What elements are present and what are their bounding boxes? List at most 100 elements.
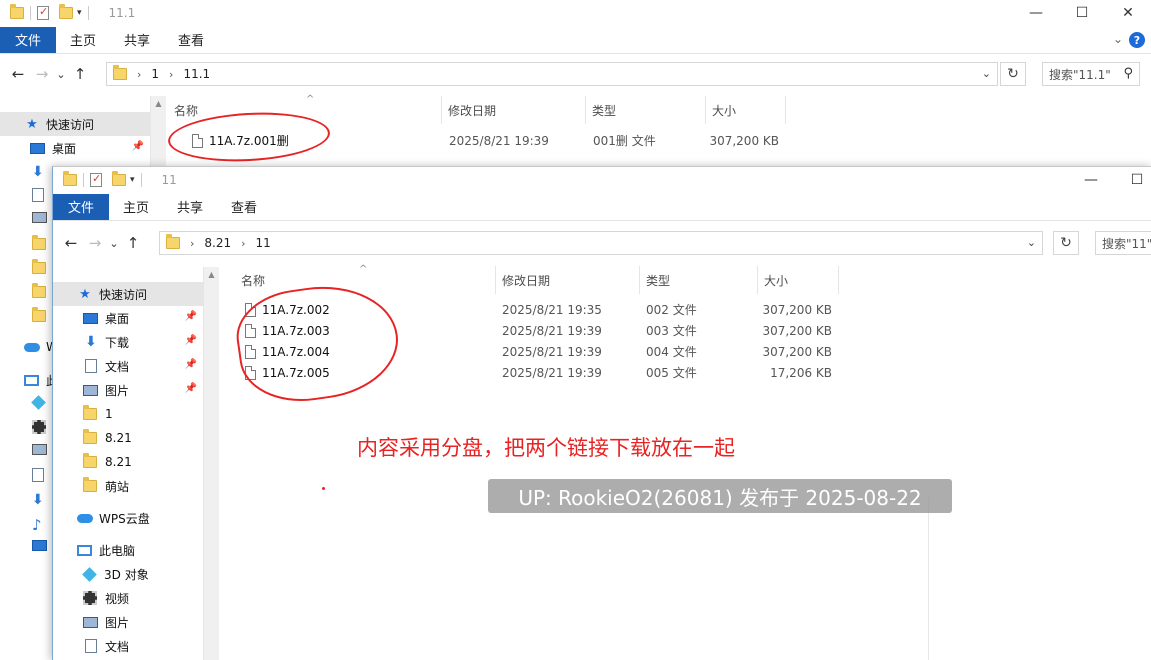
sidebar-item-wps-cloud[interactable]: WPS云盘 <box>53 506 203 530</box>
window-title: 11 <box>161 173 177 187</box>
tab-file[interactable]: 文件 <box>0 26 56 53</box>
sidebar-item-folder[interactable]: 8.21 <box>53 450 203 474</box>
up-button[interactable]: ↑ <box>68 65 92 83</box>
tab-share[interactable]: 共享 <box>163 194 217 220</box>
sidebar-item-documents-pc[interactable]: 文档 <box>53 634 203 658</box>
properties-icon[interactable] <box>90 172 102 187</box>
search-input[interactable]: 搜索"11" <box>1095 231 1151 255</box>
sidebar-item-pictures[interactable]: 图片 📌 <box>53 378 203 402</box>
file-type: 005 文件 <box>646 366 697 380</box>
computer-icon <box>77 544 92 556</box>
column-header-type[interactable]: 类型 <box>640 266 758 294</box>
back-button[interactable]: ← <box>59 234 83 252</box>
sidebar-item-desktop[interactable]: 桌面 📌 <box>0 136 150 160</box>
address-bar[interactable]: › 8.21 › 11 ⌄ <box>159 231 1043 255</box>
folder-icon <box>32 282 46 298</box>
forward-button[interactable]: → <box>30 65 54 83</box>
close-button[interactable]: ✕ <box>1105 0 1151 26</box>
tab-home[interactable]: 主页 <box>109 194 163 220</box>
recent-locations-button[interactable]: ⌄ <box>107 237 121 250</box>
file-type: 003 文件 <box>646 324 697 338</box>
tab-view[interactable]: 查看 <box>217 194 271 220</box>
sidebar-item-pictures-pc[interactable]: 图片 <box>53 610 203 634</box>
tab-file[interactable]: 文件 <box>53 193 109 220</box>
search-input[interactable]: 搜索"11.1" ⚲ <box>1042 62 1140 86</box>
refresh-button[interactable]: ↻ <box>1053 231 1079 255</box>
file-type: 004 文件 <box>646 345 697 359</box>
sidebar-item-folder[interactable]: 8.21 <box>53 426 203 450</box>
column-header-modified[interactable]: 修改日期 <box>496 266 640 294</box>
new-folder-icon[interactable] <box>112 171 126 186</box>
back-button[interactable]: ← <box>6 65 30 83</box>
sidebar-item-downloads[interactable]: ⬇ 下载 📌 <box>53 330 203 354</box>
sidebar-item-folder[interactable]: 1 <box>53 402 203 426</box>
sidebar-item-3d-objects[interactable]: 3D 对象 <box>53 562 203 586</box>
picture-icon <box>83 616 98 628</box>
minimize-button[interactable]: — <box>1013 0 1059 26</box>
desktop-icon <box>30 142 45 154</box>
expand-ribbon-icon[interactable]: ⌄ <box>1113 32 1123 46</box>
maximize-button[interactable]: ☐ <box>1114 167 1151 193</box>
folder-icon <box>166 234 180 249</box>
sidebar-item-quick-access[interactable]: ★ 快速访问 <box>0 112 150 136</box>
download-icon: ⬇ <box>32 492 44 508</box>
file-size: 17,206 KB <box>770 365 832 380</box>
sidebar-item-this-pc[interactable]: 此电脑 <box>53 538 203 562</box>
breadcrumb-item[interactable]: 11 <box>256 236 271 250</box>
file-size: 307,200 KB <box>762 344 832 359</box>
refresh-button[interactable]: ↻ <box>1000 62 1026 86</box>
breadcrumb-item[interactable]: 1 <box>151 67 159 81</box>
breadcrumb-item[interactable]: 11.1 <box>183 67 210 81</box>
forward-button[interactable]: → <box>83 234 107 252</box>
column-header-size[interactable]: 大小 <box>758 266 839 294</box>
music-icon: ♪ <box>32 516 42 534</box>
sidebar-item-videos[interactable]: 视频 <box>53 586 203 610</box>
properties-icon[interactable] <box>37 5 49 20</box>
picture-icon <box>83 384 98 396</box>
folder-icon <box>83 405 97 420</box>
sidebar-item-label: 桌面 <box>105 311 130 326</box>
sidebar-item-quick-access[interactable]: ★ 快速访问 <box>53 282 203 306</box>
download-icon: ⬇ <box>32 164 44 180</box>
sort-ascending-icon: ^ <box>359 264 368 275</box>
column-header-size[interactable]: 大小 <box>706 96 786 124</box>
new-folder-icon[interactable] <box>59 4 73 19</box>
sidebar-item-folder[interactable]: 萌站 <box>53 474 203 498</box>
folder-icon <box>32 258 46 274</box>
up-button[interactable]: ↑ <box>121 234 145 252</box>
tab-home[interactable]: 主页 <box>56 27 110 53</box>
pin-icon: 📌 <box>184 335 197 346</box>
minimize-button[interactable]: — <box>1068 167 1114 193</box>
customize-toolbar-icon[interactable]: ▾ <box>130 175 135 185</box>
navigation-scrollbar[interactable]: ▲ <box>203 267 219 660</box>
document-icon <box>32 188 44 202</box>
help-icon[interactable]: ? <box>1129 32 1145 48</box>
file-type: 001删 文件 <box>593 134 656 148</box>
search-icon: ⚲ <box>1123 66 1133 81</box>
column-header-modified[interactable]: 修改日期 <box>442 96 586 124</box>
address-bar[interactable]: › 1 › 11.1 ⌄ <box>106 62 998 86</box>
sidebar-item-label: 萌站 <box>105 479 130 494</box>
address-dropdown-icon[interactable]: ⌄ <box>982 67 991 80</box>
window-controls: — ☐ ✕ <box>1013 0 1151 26</box>
maximize-button[interactable]: ☐ <box>1059 0 1105 26</box>
recent-locations-button[interactable]: ⌄ <box>54 68 68 81</box>
tab-view[interactable]: 查看 <box>164 27 218 53</box>
video-icon <box>83 591 97 605</box>
folder-icon <box>63 171 77 186</box>
file-modified: 2025/8/21 19:35 <box>502 302 602 317</box>
tab-share[interactable]: 共享 <box>110 27 164 53</box>
sidebar-item-documents[interactable]: 文档 📌 <box>53 354 203 378</box>
document-icon <box>85 359 97 373</box>
customize-toolbar-icon[interactable]: ▾ <box>77 8 82 18</box>
sidebar-item-desktop[interactable]: 桌面 📌 <box>53 306 203 330</box>
breadcrumb-item[interactable]: 8.21 <box>204 236 231 250</box>
3d-objects-icon <box>31 395 46 410</box>
column-header-type[interactable]: 类型 <box>586 96 706 124</box>
column-header-name[interactable]: 名称 ^ <box>235 264 496 294</box>
address-dropdown-icon[interactable]: ⌄ <box>1027 236 1036 249</box>
title-bar: ▾ 11.1 <box>0 0 1151 26</box>
pin-icon: 📌 <box>184 359 197 370</box>
file-modified: 2025/8/21 19:39 <box>449 133 549 148</box>
folder-icon <box>83 477 97 492</box>
